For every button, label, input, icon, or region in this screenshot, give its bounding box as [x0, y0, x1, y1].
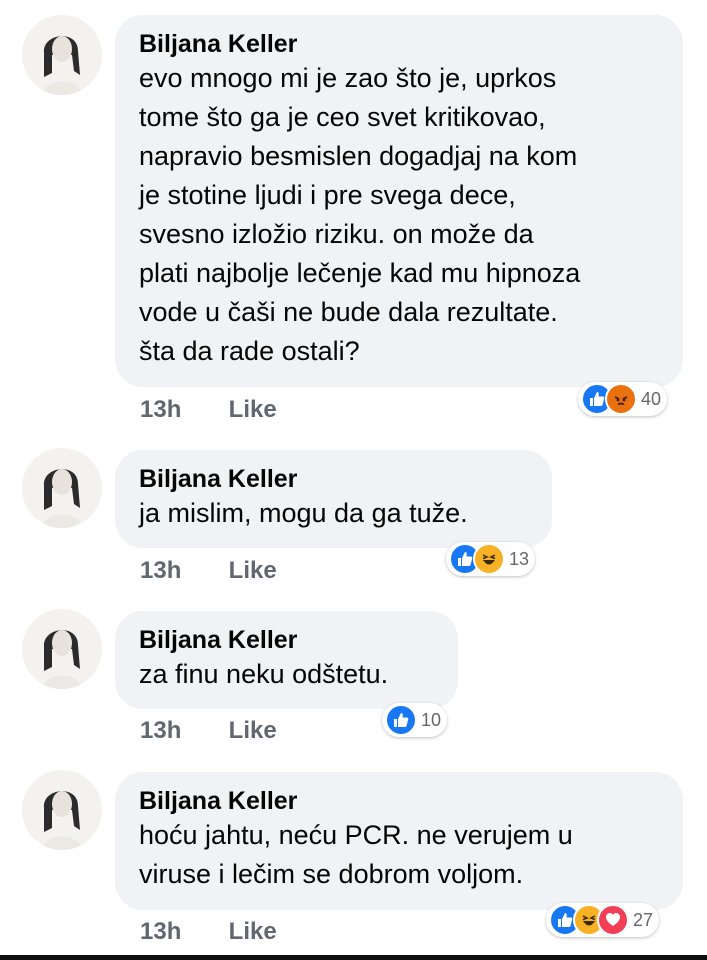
reaction-count: 27: [633, 909, 654, 930]
like-link[interactable]: Like: [229, 396, 277, 424]
reactions-summary[interactable]: 27: [546, 903, 660, 937]
comment-bubble: Biljana Keller evo mnogo mi je zao što j…: [115, 15, 683, 387]
comment-author[interactable]: Biljana Keller: [139, 29, 659, 59]
comment-text-line: za finu neku odštetu.: [139, 659, 389, 689]
comment-text-line: napravio besmislen dogadjaj na kom: [139, 141, 578, 171]
comment-text-line: hoću jahtu, neću PCR. ne verujem u: [139, 820, 573, 850]
like-link[interactable]: Like: [229, 557, 277, 585]
comment-text-line: svesno izložio riziku. on može da: [139, 219, 534, 249]
avatar[interactable]: [22, 15, 102, 95]
comment-text-line: vode u čaši ne bude dala rezultate.: [139, 297, 558, 327]
comment-text-line: plati najbolje lečenje kad mu hipnoza: [139, 258, 581, 288]
reactions-summary[interactable]: 13: [446, 542, 536, 576]
comment-text-line: tome što ga je ceo svet kritikovao,: [139, 102, 546, 132]
comment-bubble: Biljana Keller za finu neku odštetu.: [115, 611, 458, 709]
avatar[interactable]: [22, 609, 102, 689]
avatar[interactable]: [22, 448, 102, 528]
reactions-summary[interactable]: 40: [578, 382, 668, 416]
like-link[interactable]: Like: [229, 717, 277, 745]
comment-author[interactable]: Biljana Keller: [139, 625, 434, 655]
reaction-count: 10: [421, 709, 442, 730]
avatar[interactable]: [22, 770, 102, 850]
comment-time[interactable]: 13h: [140, 918, 222, 946]
comment-bubble: Biljana Keller ja mislim, mogu da ga tuž…: [115, 450, 552, 548]
love-reaction-icon: [597, 904, 629, 936]
angry-reaction-icon: [605, 383, 637, 415]
comment-meta: 13h Like: [140, 396, 277, 424]
comment-text-line: ja mislim, mogu da ga tuže.: [139, 498, 468, 528]
bottom-edge: [0, 955, 707, 960]
comment-bubble: Biljana Keller hoću jahtu, neću PCR. ne …: [115, 772, 683, 910]
reaction-count: 40: [641, 388, 662, 409]
haha-reaction-icon: [473, 543, 505, 575]
comment-author[interactable]: Biljana Keller: [139, 464, 528, 494]
comment-text-line: šta da rade ostali?: [139, 336, 360, 366]
comment-time[interactable]: 13h: [140, 557, 222, 585]
like-reaction-icon: [385, 704, 417, 736]
reactions-summary[interactable]: 10: [382, 703, 448, 737]
comment-text-line: evo mnogo mi je zao što je, uprkos: [139, 63, 557, 93]
reaction-count: 13: [509, 548, 530, 569]
comment-meta: 13h Like: [140, 557, 277, 585]
comment-text-line: je stotine ljudi i pre svega dece,: [139, 180, 516, 210]
comment-text-line: viruse i lečim se dobrom voljom.: [139, 859, 524, 889]
comment-time[interactable]: 13h: [140, 396, 222, 424]
comment-meta: 13h Like: [140, 717, 277, 745]
like-link[interactable]: Like: [229, 918, 277, 946]
comment-meta: 13h Like: [140, 918, 277, 946]
comment-time[interactable]: 13h: [140, 717, 222, 745]
comment-author[interactable]: Biljana Keller: [139, 786, 659, 816]
